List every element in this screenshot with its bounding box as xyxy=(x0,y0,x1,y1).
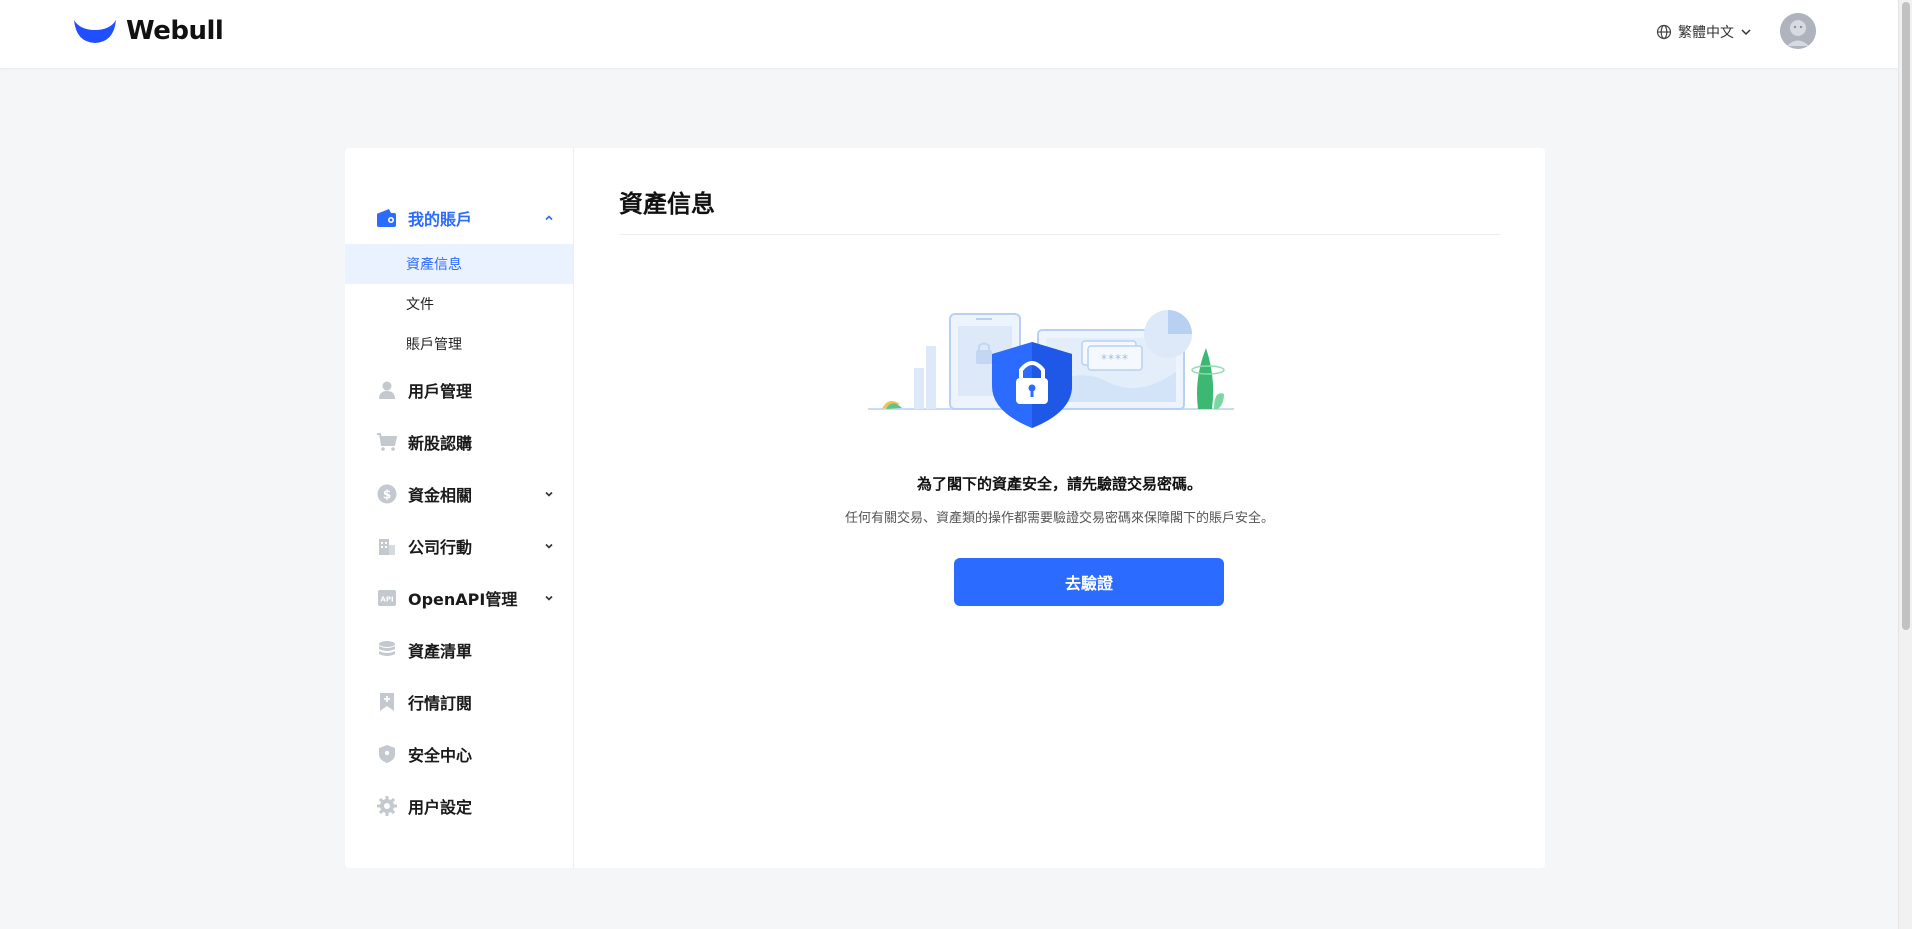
sidebar-item-user-management[interactable]: 用戶管理 xyxy=(345,364,573,416)
sidebar-nav: 我的賬戶 資產信息 文件 賬戶管理 用戶管理 新股認購 $ 資金相關 公司行動 … xyxy=(345,148,574,868)
go-verify-button[interactable]: 去驗證 xyxy=(954,558,1224,606)
gear-icon xyxy=(376,795,398,817)
wallet-icon xyxy=(376,207,398,229)
sidebar-item-corporate-actions[interactable]: 公司行動 xyxy=(345,520,573,572)
sidebar-item-openapi-management[interactable]: API OpenAPI管理 xyxy=(345,572,573,624)
content-card: 我的賬戶 資產信息 文件 賬戶管理 用戶管理 新股認購 $ 資金相關 公司行動 … xyxy=(345,148,1545,868)
chevron-up-icon xyxy=(545,215,553,221)
main-content: 資產信息 **** 為了閣下的資產安全，請先驗證交易密碼。 任何有關交易、資產類… xyxy=(574,148,1545,868)
building-icon xyxy=(376,535,398,557)
sidebar-item-market-data-subscription[interactable]: 行情訂閱 xyxy=(345,676,573,728)
language-label: 繁體中文 xyxy=(1678,25,1734,41)
chevron-down-icon xyxy=(545,543,553,549)
sidebar-item-label: 用户設定 xyxy=(408,798,473,817)
sidebar-item-label: 安全中心 xyxy=(408,746,473,765)
sidebar-item-user-settings[interactable]: 用户設定 xyxy=(345,780,573,832)
shield-icon xyxy=(376,743,398,765)
sidebar-subitem-documents[interactable]: 文件 xyxy=(345,284,573,324)
svg-text:$: $ xyxy=(383,488,391,502)
api-icon: API xyxy=(376,587,398,609)
webull-logo[interactable]: Webull xyxy=(72,16,224,46)
chevron-down-icon xyxy=(545,595,553,601)
verification-message-title: 為了閣下的資產安全，請先驗證交易密碼。 xyxy=(916,475,1202,493)
chevron-down-icon xyxy=(545,491,553,497)
sidebar-item-security-center[interactable]: 安全中心 xyxy=(345,728,573,780)
logo-text: Webull xyxy=(126,16,224,46)
sidebar-item-asset-list[interactable]: 資產清單 xyxy=(345,624,573,676)
sidebar-item-ipo-subscription[interactable]: 新股認購 xyxy=(345,416,573,468)
password-mask: **** xyxy=(1101,352,1129,366)
verification-message-subtitle: 任何有關交易、資產類的操作都需要驗證交易密碼來保障閣下的賬戶安全。 xyxy=(844,511,1274,526)
top-header: Webull 繁體中文 xyxy=(0,0,1898,68)
webull-logo-icon xyxy=(74,20,116,43)
user-icon xyxy=(376,379,398,401)
sidebar-item-my-account[interactable]: 我的賬戶 xyxy=(345,192,573,244)
database-icon xyxy=(376,639,398,661)
svg-text:API: API xyxy=(380,596,393,604)
sidebar-item-label: 新股認購 xyxy=(408,434,473,453)
page-title: 資產信息 xyxy=(619,148,1500,235)
sidebar-item-funds[interactable]: $ 資金相關 xyxy=(345,468,573,520)
language-selector[interactable]: 繁體中文 xyxy=(1656,22,1752,42)
sidebar-item-label: 資產清單 xyxy=(408,642,473,661)
cart-icon xyxy=(376,431,398,453)
security-lock-illustration: **** xyxy=(868,310,1234,428)
sidebar-item-label: 資金相關 xyxy=(408,486,473,505)
chevron-down-icon xyxy=(1741,29,1751,36)
bookmark-icon xyxy=(376,691,398,713)
sidebar-subitem-asset-info[interactable]: 資產信息 xyxy=(345,244,573,284)
avatar[interactable] xyxy=(1780,13,1816,49)
sidebar-item-label: OpenAPI管理 xyxy=(408,590,518,609)
sidebar-item-label: 公司行動 xyxy=(408,538,473,557)
globe-icon xyxy=(1656,24,1672,40)
sidebar-item-label: 我的賬戶 xyxy=(408,210,473,229)
sidebar-item-label: 行情訂閱 xyxy=(408,694,473,713)
sidebar-subitem-account-management[interactable]: 賬戶管理 xyxy=(345,324,573,364)
avatar-placeholder-icon xyxy=(1780,13,1816,49)
sidebar-item-label: 用戶管理 xyxy=(408,382,473,401)
scrollbar-thumb[interactable] xyxy=(1902,2,1910,630)
page-scrollbar[interactable] xyxy=(1898,0,1912,929)
dollar-icon: $ xyxy=(376,483,398,505)
